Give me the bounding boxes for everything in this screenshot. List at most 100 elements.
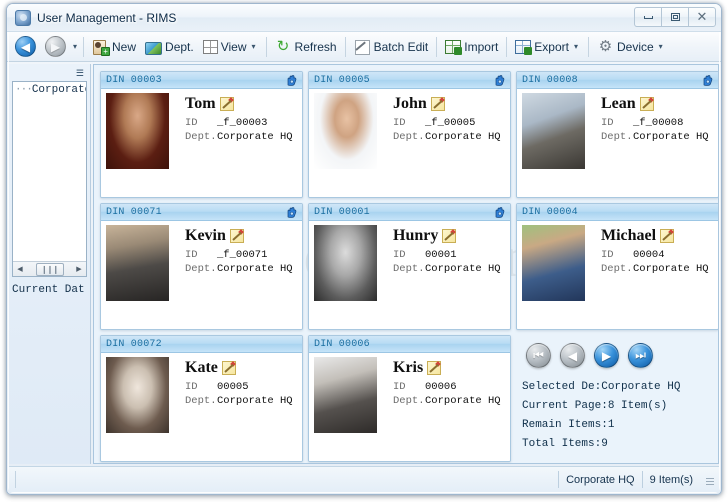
new-user-icon: +	[92, 39, 111, 56]
user-id-label: ID	[601, 117, 614, 129]
hand-icon[interactable]	[493, 74, 507, 87]
scroll-left-icon[interactable]: ◀	[13, 263, 27, 276]
user-card[interactable]: DIN 00072 Kate ID 00005 Dept. Corporate HQ	[100, 335, 303, 462]
user-card-header: DIN 00006	[309, 336, 510, 353]
user-card-info: Hunry ID 00001 Dept. Corporate HQ	[377, 225, 506, 325]
forward-button[interactable]: ▶	[41, 35, 70, 59]
view-grid-icon	[202, 39, 218, 54]
tree-expander-icon: ···	[15, 84, 33, 96]
department-icon	[145, 39, 163, 55]
scrollbar-thumb[interactable]: ❙❙❙	[35, 262, 64, 276]
user-card-body: Kate ID 00005 Dept. Corporate HQ	[101, 353, 302, 461]
scroll-right-icon[interactable]: ▶	[72, 263, 86, 276]
resize-grip-icon[interactable]	[703, 474, 715, 486]
export-button[interactable]: Export ▾	[511, 35, 584, 59]
maximize-button[interactable]	[661, 7, 689, 27]
user-card-header: DIN 00004	[517, 204, 718, 221]
device-button[interactable]: ⚙ Device ▾	[593, 35, 669, 59]
user-card-body: Michael ID 00004 Dept. Corporate HQ	[517, 221, 718, 329]
user-dept-value: Corporate HQ	[217, 131, 293, 143]
user-card-body: Hunry ID 00001 Dept. Corporate HQ	[309, 221, 510, 329]
device-chevron-down-icon[interactable]: ▾	[657, 42, 665, 51]
view-chevron-down-icon[interactable]: ▾	[250, 42, 258, 51]
user-id-value: _f_00008	[633, 117, 684, 129]
info-label: Current Page:	[522, 400, 608, 412]
title-bar: User Management - RIMS ✕	[7, 4, 721, 32]
user-card[interactable]: DIN 00071 Kevin ID _f_00071 Dept. Corporate H…	[100, 203, 303, 330]
hand-icon[interactable]	[493, 206, 507, 219]
refresh-button-label: Refresh	[294, 39, 337, 54]
new-button-label: New	[112, 39, 137, 54]
user-card[interactable]: DIN 00001 Hunry ID 00001 Dept. Corporate HQ	[308, 203, 511, 330]
user-dept-label: Dept.	[185, 131, 217, 143]
current-data-label: Current Dat	[12, 284, 85, 296]
info-line: Current Page: 8 Item(s)	[522, 397, 717, 416]
toolbar-separator	[344, 36, 346, 57]
user-card-body: Lean ID _f_00008 Dept. Corporate HQ	[517, 89, 718, 197]
user-card[interactable]: DIN 00005 John ID _f_00005 Dept. Corporate HQ	[308, 71, 511, 198]
user-field-row: ID 00001	[393, 248, 506, 262]
user-card-header: DIN 00005	[309, 72, 510, 89]
last-page-button[interactable]: ⏭	[628, 343, 653, 368]
back-button[interactable]: ◀	[11, 35, 40, 59]
user-field-row: ID 00004	[601, 248, 714, 262]
toolbar-separator	[265, 36, 267, 57]
user-card-info: Tom ID _f_00003 Dept. Corporate HQ	[169, 93, 298, 193]
edit-pencil-icon[interactable]	[427, 361, 442, 375]
back-arrow-icon: ◀	[15, 36, 36, 57]
user-id-value: 00001	[425, 249, 457, 261]
user-card[interactable]: DIN 00003 Tom ID _f_00003 Dept. Corporate HQ	[100, 71, 303, 198]
user-card-din: DIN 00004	[522, 206, 578, 218]
history-dropdown-button[interactable]: ▾	[71, 42, 79, 51]
hand-icon[interactable]	[701, 74, 715, 87]
tree-item-corporate[interactable]: ···Corporate	[13, 82, 86, 96]
user-name: Kris	[393, 359, 424, 376]
toolbar-separator	[587, 36, 589, 57]
user-card[interactable]: DIN 00008 Lean ID _f_00008 Dept. Corporate HQ	[516, 71, 718, 198]
minimize-button[interactable]	[634, 7, 662, 27]
edit-pencil-icon[interactable]	[221, 361, 236, 375]
export-chevron-down-icon[interactable]: ▾	[572, 42, 580, 51]
edit-pencil-icon[interactable]	[430, 97, 445, 111]
user-id-label: ID	[393, 117, 406, 129]
user-name: John	[393, 95, 427, 112]
user-card-din: DIN 00006	[314, 338, 370, 350]
refresh-button[interactable]: ↻ Refresh	[271, 35, 341, 59]
view-button[interactable]: View ▾	[199, 35, 262, 59]
edit-pencil-icon[interactable]	[639, 97, 654, 111]
edit-pencil-icon[interactable]	[442, 229, 457, 243]
sidebar: ☰ ···Corporate ◀ ❙❙❙ ▶ Current Dat	[9, 64, 91, 464]
import-button[interactable]: Import	[441, 35, 502, 59]
user-name-row: Kate	[185, 359, 298, 377]
device-button-label: Device	[616, 39, 654, 54]
previous-page-button[interactable]: ◀	[560, 343, 585, 368]
edit-pencil-icon[interactable]	[660, 229, 675, 243]
hand-icon[interactable]	[285, 74, 299, 87]
dept-button[interactable]: Dept.	[141, 35, 198, 59]
edit-pencil-icon[interactable]	[219, 97, 234, 111]
next-page-button[interactable]: ▶	[594, 343, 619, 368]
user-card-din: DIN 00071	[106, 206, 162, 218]
department-tree[interactable]: ···Corporate ◀ ❙❙❙ ▶	[12, 81, 87, 277]
sidebar-collapse-button[interactable]: ☰	[12, 66, 87, 80]
user-field-row: ID _f_00008	[601, 116, 714, 130]
first-page-button[interactable]: ⏮	[526, 343, 551, 368]
user-card[interactable]: DIN 00006 Kris ID 00006 Dept. Corporate HQ	[308, 335, 511, 462]
user-card-grid: DIN 00003 Tom ID _f_00003 Dept. Corporate HQ D…	[100, 71, 718, 462]
close-button[interactable]: ✕	[688, 7, 716, 27]
user-id-label: ID	[185, 381, 198, 393]
user-field-row: Dept. Corporate HQ	[185, 262, 298, 276]
new-button[interactable]: + New	[88, 35, 140, 59]
user-id-label: ID	[185, 249, 198, 261]
hand-icon[interactable]	[285, 206, 299, 219]
user-field-row: ID _f_00003	[185, 116, 298, 130]
info-value: 9	[601, 438, 608, 450]
user-card-body: Kevin ID _f_00071 Dept. Corporate HQ	[101, 221, 302, 329]
edit-pencil-icon[interactable]	[229, 229, 244, 243]
user-card[interactable]: DIN 00004 Michael ID 00004 Dept. Corporate HQ	[516, 203, 718, 330]
batch-edit-button-label: Batch Edit	[373, 39, 429, 54]
tree-horizontal-scrollbar[interactable]: ◀ ❙❙❙ ▶	[13, 261, 86, 276]
batch-edit-button[interactable]: Batch Edit	[350, 35, 433, 59]
user-card-header: DIN 00072	[101, 336, 302, 353]
user-dept-value: Corporate HQ	[425, 263, 501, 275]
